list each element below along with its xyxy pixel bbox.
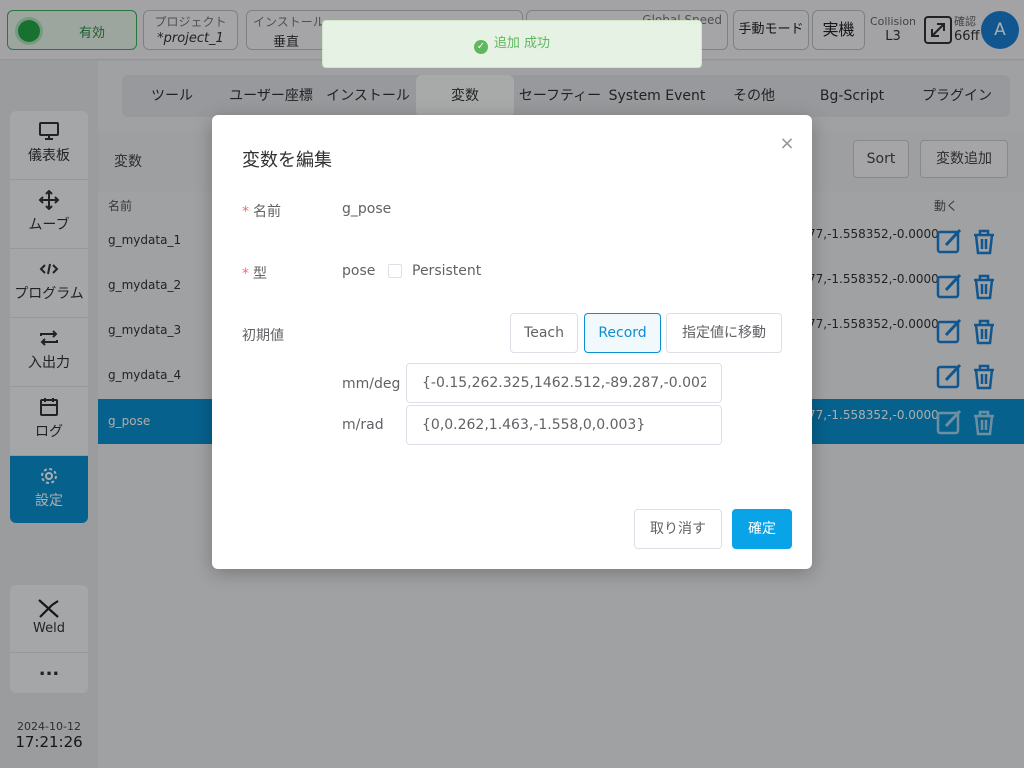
cancel-button[interactable]: 取り消す — [634, 509, 722, 549]
teach-button[interactable]: Teach — [510, 313, 578, 353]
confirm-button[interactable]: 確定 — [732, 509, 792, 549]
mrad-label: m/rad — [342, 417, 384, 433]
close-icon[interactable]: × — [778, 135, 796, 153]
persistent-checkbox[interactable] — [388, 264, 402, 278]
move-to-value-button[interactable]: 指定値に移動 — [666, 313, 782, 353]
type-label: * 型 — [242, 266, 267, 282]
type-value: pose — [342, 263, 376, 279]
mrad-input[interactable] — [406, 405, 722, 445]
name-value: g_pose — [342, 201, 392, 217]
persistent-label[interactable]: Persistent — [412, 263, 481, 279]
success-toast: ✓ 追加 成功 — [322, 20, 702, 68]
edit-variable-dialog: 変数を編集 × * 名前 g_pose * 型 pose Persistent 初期… — [212, 115, 812, 569]
name-label: * 名前 — [242, 204, 281, 220]
dialog-title: 変数を編集 — [242, 150, 332, 171]
check-icon: ✓ — [473, 40, 488, 54]
mmdeg-input[interactable] — [406, 363, 722, 403]
mmdeg-label: mm/deg — [342, 376, 401, 392]
toast-message: 追加 成功 — [493, 36, 551, 51]
record-button[interactable]: Record — [584, 313, 661, 353]
initial-value-label: 初期値 — [242, 328, 284, 344]
